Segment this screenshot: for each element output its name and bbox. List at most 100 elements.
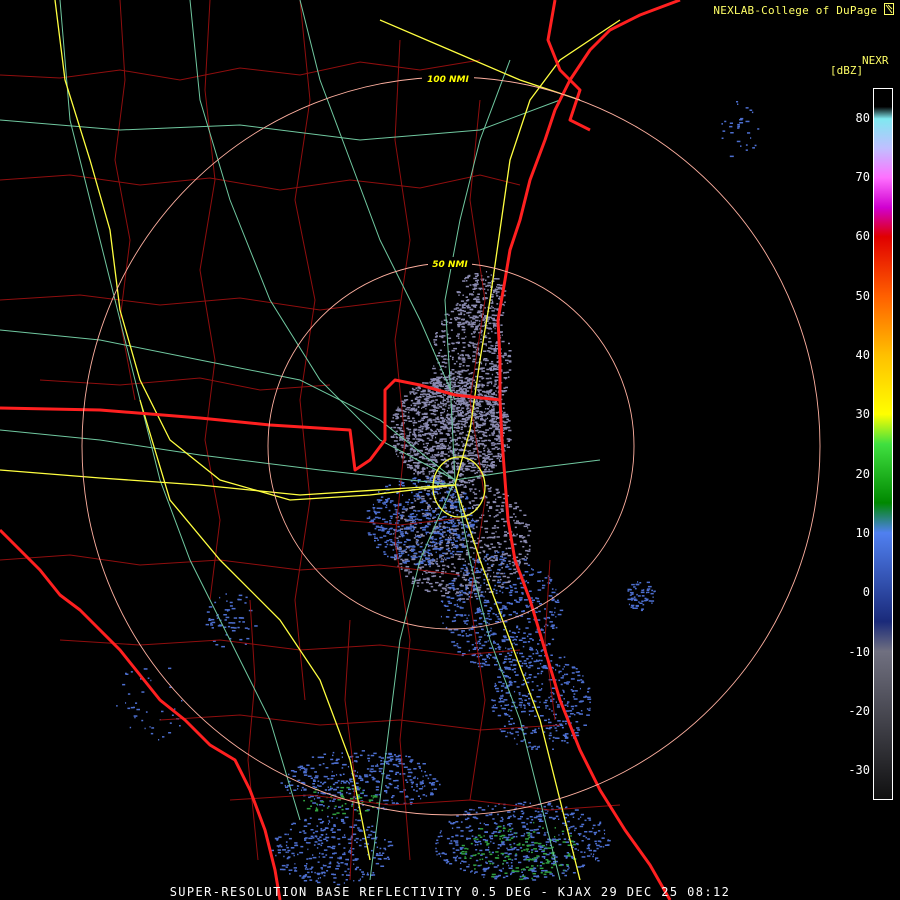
echo-pixel — [491, 352, 495, 354]
echo-pixel — [503, 830, 505, 832]
echo-pixel — [507, 811, 511, 813]
echo-pixel — [502, 825, 505, 827]
echo-pixel — [483, 419, 485, 421]
echo-pixel — [394, 413, 398, 415]
echo-pixel — [501, 355, 505, 357]
echo-pixel — [447, 444, 449, 447]
echo-pixel — [380, 763, 382, 765]
echo-pixel — [525, 523, 528, 525]
echo-pixel — [476, 296, 480, 298]
echo-pixel — [422, 393, 426, 395]
echo-pixel — [526, 557, 528, 559]
echo-pixel — [455, 572, 460, 574]
echo-pixel — [450, 470, 453, 472]
echo-pixel — [481, 809, 486, 811]
echo-pixel — [502, 356, 505, 359]
echo-pixel — [465, 336, 467, 338]
echo-pixel — [392, 763, 396, 766]
echo-pixel — [481, 644, 486, 647]
echo-pixel — [518, 563, 521, 565]
echo-pixel — [399, 554, 400, 557]
echo-pixel — [449, 534, 451, 537]
echo-pixel — [495, 621, 499, 623]
echo-pixel — [454, 544, 459, 547]
echo-pixel — [534, 810, 537, 812]
echo-pixel — [457, 634, 461, 636]
echo-pixel — [389, 501, 392, 504]
echo-pixel — [478, 827, 481, 830]
echo-pixel — [475, 571, 478, 574]
echo-pixel — [510, 586, 513, 588]
echo-pixel — [455, 307, 460, 309]
echo-pixel — [509, 594, 513, 596]
echo-pixel — [429, 509, 431, 511]
echo-pixel — [414, 521, 417, 523]
echo-pixel — [409, 801, 413, 804]
echo-pixel — [447, 400, 450, 403]
echo-pixel — [440, 453, 445, 455]
echo-pixel — [467, 465, 472, 468]
echo-pixel — [374, 537, 378, 539]
echo-pixel — [494, 555, 498, 557]
echo-pixel — [455, 593, 457, 595]
echo-pixel — [437, 451, 440, 454]
echo-pixel — [479, 576, 481, 579]
echo-pixel — [522, 645, 525, 648]
echo-pixel — [508, 654, 512, 656]
echo-pixel — [453, 391, 458, 394]
echo-pixel — [411, 387, 414, 390]
echo-pixel — [503, 390, 508, 392]
echo-pixel — [465, 299, 469, 302]
echo-pixel — [443, 558, 445, 561]
echo-pixel — [456, 840, 459, 842]
echo-pixel — [584, 695, 588, 698]
echo-pixel — [485, 849, 490, 851]
echo-pixel — [432, 510, 435, 512]
echo-pixel — [487, 276, 490, 278]
echo-pixel — [497, 452, 500, 455]
echo-pixel — [508, 834, 512, 836]
echo-pixel — [453, 347, 457, 350]
echo-pixel — [416, 496, 421, 498]
echo-pixel — [386, 539, 389, 542]
echo-pixel — [417, 479, 421, 481]
echo-pixel — [487, 447, 489, 450]
echo-pixel — [513, 737, 516, 740]
echo-pixel — [490, 536, 493, 539]
echo-pixel — [497, 542, 500, 544]
echo-pixel — [416, 579, 421, 582]
echo-pixel — [502, 413, 506, 416]
echo-pixel — [506, 667, 511, 669]
echo-pixel — [402, 561, 406, 564]
echo-pixel — [456, 599, 459, 602]
echo-pixel — [457, 535, 461, 538]
echo-pixel — [523, 660, 527, 662]
echo-pixel — [433, 432, 438, 434]
echo-pixel — [486, 350, 490, 352]
echo-pixel — [416, 582, 420, 584]
echo-pixel — [468, 614, 470, 617]
echo-pixel — [312, 785, 315, 788]
echo-pixel — [522, 536, 526, 538]
echo-pixel — [493, 278, 497, 280]
echo-pixel — [439, 832, 442, 834]
echo-pixel — [433, 516, 437, 518]
echo-pixel — [489, 369, 493, 371]
echo-pixel — [434, 401, 436, 404]
echo-pixel — [445, 584, 449, 586]
echo-pixel — [463, 302, 467, 305]
echo-pixel — [577, 849, 579, 851]
echo-pixel — [458, 449, 461, 451]
echo-pixel — [391, 796, 394, 799]
echo-pixel — [475, 404, 479, 406]
echo-pixel — [460, 423, 463, 425]
echo-pixel — [280, 782, 283, 784]
echo-pixel — [517, 818, 522, 820]
echo-pixel — [530, 849, 534, 851]
echo-pixel — [459, 551, 463, 553]
echo-pixel — [505, 426, 509, 429]
echo-pixel — [483, 434, 486, 437]
echo-pixel — [442, 404, 445, 407]
echo-pixel — [468, 592, 471, 594]
echo-pixel — [430, 585, 434, 588]
